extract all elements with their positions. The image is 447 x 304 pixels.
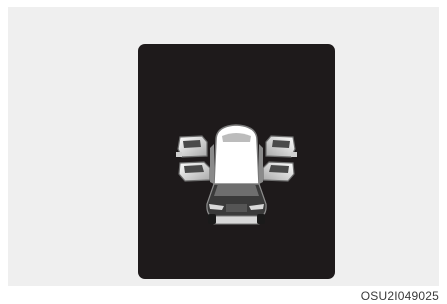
figure-code: OSU2I049025 [360, 289, 439, 303]
figure-panel [8, 7, 439, 286]
cluster-display [138, 44, 335, 279]
front-left-door [176, 135, 208, 158]
rear-right-door [262, 161, 295, 182]
car-all-doors-open-icon [176, 124, 297, 225]
car-body [206, 124, 267, 225]
front-right-door [265, 135, 297, 158]
rear-left-door [178, 161, 211, 182]
